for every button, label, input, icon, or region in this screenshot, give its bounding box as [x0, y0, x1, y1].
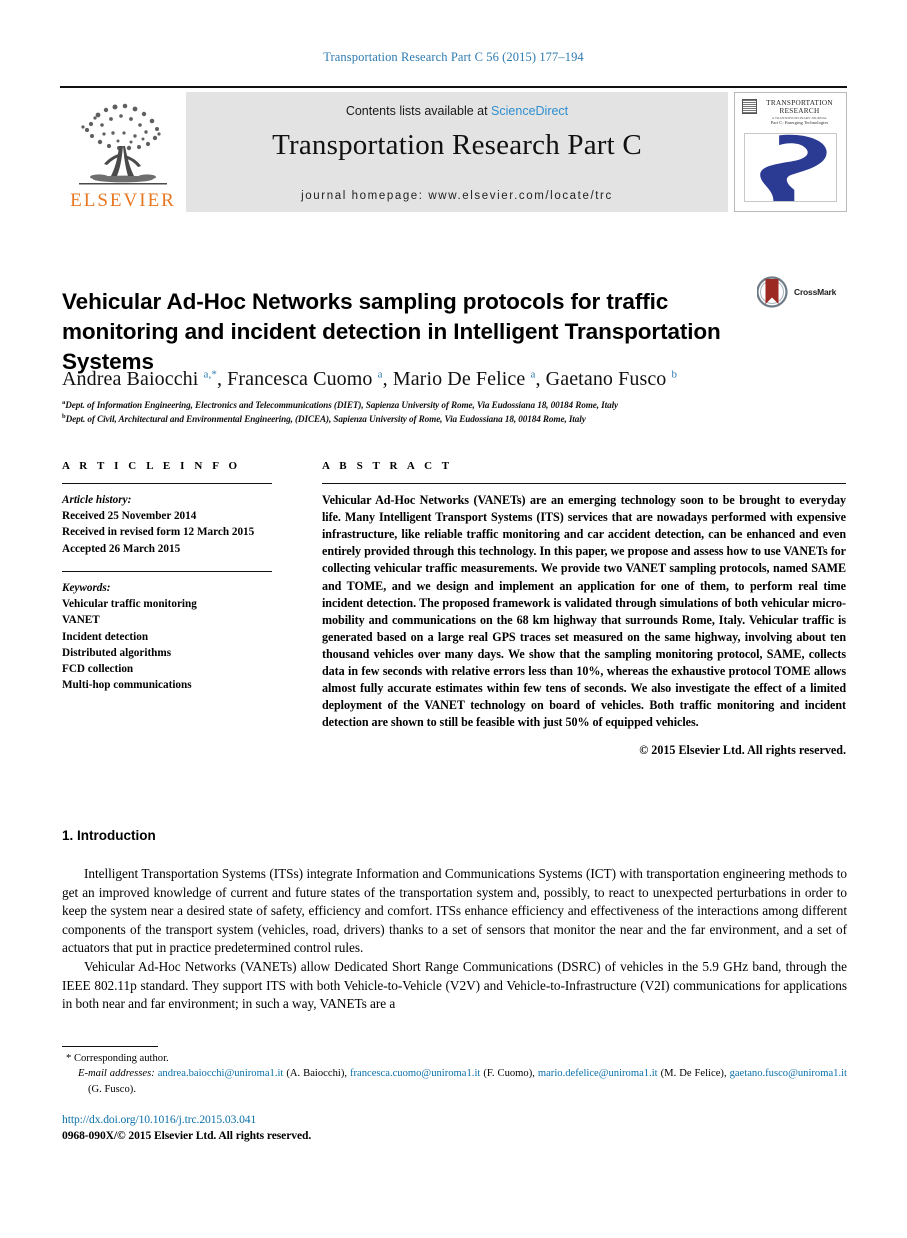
journal-masthead: ELSEVIER Contents lists available at Sci… — [60, 86, 847, 213]
email-person: (G. Fusco) — [88, 1083, 134, 1095]
cover-artwork — [744, 133, 837, 202]
history-revised: Received in revised form 12 March 2015 — [62, 526, 255, 539]
elsevier-wordmark: ELSEVIER — [70, 190, 176, 211]
contents-available-line: Contents lists available at ScienceDirec… — [186, 104, 728, 118]
article-first-page: Transportation Research Part C 56 (2015)… — [0, 0, 907, 1238]
contents-prefix: Contents lists available at — [345, 104, 492, 118]
abstract-text: Vehicular Ad-Hoc Networks (VANETs) are a… — [322, 493, 846, 730]
introduction-section: 1. Introduction Intelligent Transportati… — [62, 828, 847, 1014]
keyword-item: Distributed algorithms — [62, 646, 172, 659]
journal-cover-thumbnail[interactable]: TRANSPORTATION RESEARCH A TRANSDISCIPLIN… — [734, 92, 847, 212]
history-received: Received 25 November 2014 — [62, 510, 197, 523]
issn-copyright-line: 0968-090X/© 2015 Elsevier Ltd. All right… — [62, 1129, 312, 1142]
elsevier-logo: ELSEVIER — [60, 92, 186, 212]
abstract-column: A B S T R A C T Vehicular Ad-Hoc Network… — [322, 460, 846, 758]
email-link[interactable]: mario.defelice@uniroma1.it — [538, 1068, 658, 1079]
page-title: Vehicular Ad-Hoc Networks sampling proto… — [62, 289, 721, 374]
cover-part-label: Part C: Emerging Technologies — [770, 120, 829, 126]
article-history-label: Article history: — [62, 494, 132, 506]
email-person: (A. Baiocchi) — [286, 1068, 345, 1080]
abstract-copyright: © 2015 Elsevier Ltd. All rights reserved… — [639, 742, 846, 757]
crossmark-badge[interactable]: CrossMark — [757, 272, 853, 312]
sciencedirect-link[interactable]: ScienceDirect — [491, 104, 568, 118]
corresponding-author-note: * Corresponding author. — [66, 1053, 169, 1064]
affiliation-item: aDept. of Information Engineering, Elect… — [62, 398, 852, 412]
email-label: E-mail addresses: — [78, 1068, 155, 1080]
history-accepted: Accepted 26 March 2015 — [62, 542, 181, 555]
journal-homepage[interactable]: journal homepage: www.elsevier.com/locat… — [186, 190, 728, 202]
keyword-item: Vehicular traffic monitoring — [62, 598, 197, 611]
keyword-item: Incident detection — [62, 630, 149, 643]
cover-title-line2: RESEARCH — [779, 107, 820, 116]
winding-road-graphic — [760, 134, 827, 201]
elsevier-tree-icon — [79, 103, 167, 185]
masthead-center: Contents lists available at ScienceDirec… — [186, 92, 728, 212]
body-paragraph: Vehicular Ad-Hoc Networks (VANETs) allow… — [62, 959, 847, 1012]
email-person: (M. De Felice) — [660, 1068, 724, 1080]
email-link[interactable]: andrea.baiocchi@uniroma1.it — [158, 1068, 284, 1079]
email-link[interactable]: francesca.cuomo@uniroma1.it — [350, 1068, 480, 1079]
crossmark-icon — [757, 276, 788, 308]
article-info-heading: A R T I C L E I N F O — [62, 460, 241, 472]
keywords-label: Keywords: — [62, 581, 111, 594]
abstract-rule — [322, 483, 846, 484]
section-heading: 1. Introduction — [62, 828, 156, 843]
crossmark-label: CrossMark — [794, 287, 837, 297]
affiliation-item: bDept. of Civil, Architectural and Envir… — [62, 412, 852, 426]
keyword-item: VANET — [62, 614, 100, 627]
email-link[interactable]: gaetano.fusco@uniroma1.it — [730, 1068, 847, 1079]
affiliation-text: Dept. of Information Engineering, Electr… — [65, 400, 619, 411]
affiliation-text: Dept. of Civil, Architectural and Enviro… — [65, 414, 586, 425]
author-list: Andrea Baiocchi a,*, Francesca Cuomo a, … — [62, 368, 678, 390]
article-info-rule — [62, 483, 272, 484]
email-addresses-note: E-mail addresses: andrea.baiocchi@unirom… — [78, 1068, 847, 1095]
journal-title: Transportation Research Part C — [272, 129, 642, 161]
doi-link[interactable]: http://dx.doi.org/10.1016/j.trc.2015.03.… — [62, 1113, 256, 1126]
affiliation-list: aDept. of Information Engineering, Elect… — [62, 398, 852, 426]
email-person: (F. Cuomo) — [483, 1068, 533, 1080]
keyword-item: Multi-hop communications — [62, 679, 192, 692]
footnote-rule — [62, 1046, 158, 1047]
cover-publisher-icon — [742, 99, 757, 114]
running-head: Transportation Research Part C 56 (2015)… — [323, 50, 584, 64]
body-paragraph: Intelligent Transportation Systems (ITSs… — [62, 866, 847, 956]
article-info-column: A R T I C L E I N F O Article history: R… — [62, 460, 272, 694]
cover-title-line1: TRANSPORTATION — [766, 99, 833, 107]
keywords-rule — [62, 570, 272, 572]
abstract-heading: A B S T R A C T — [322, 460, 453, 472]
footnote-block: * Corresponding author. E-mail addresses… — [62, 1051, 847, 1097]
keyword-item: FCD collection — [62, 663, 134, 676]
